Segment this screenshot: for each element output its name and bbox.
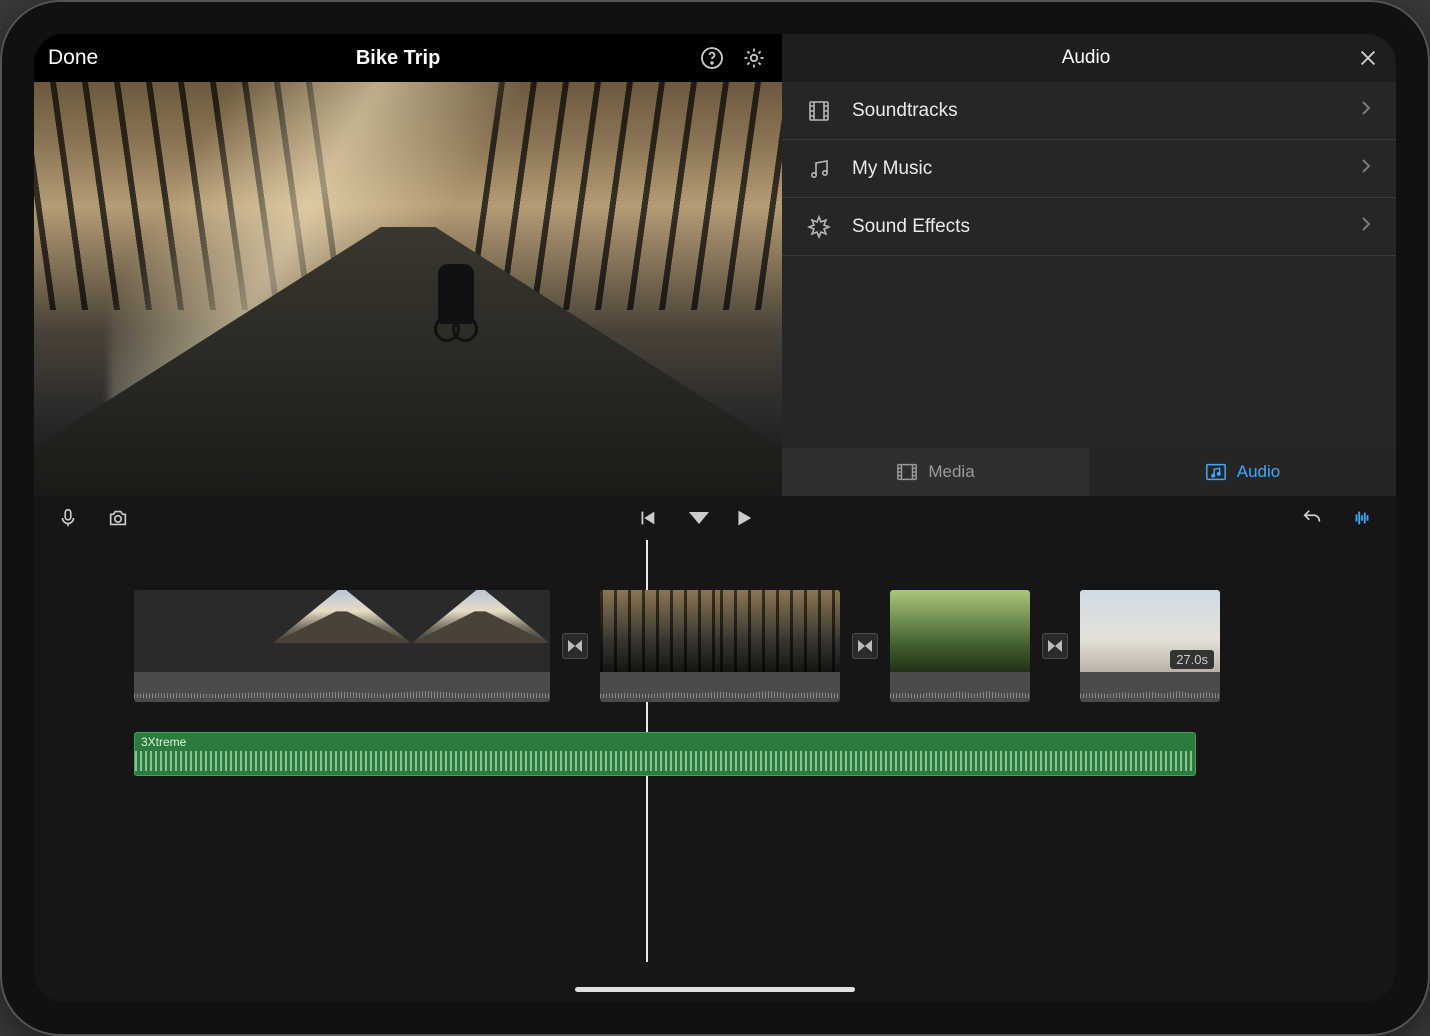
clip-audio-waveform [134, 672, 550, 702]
home-indicator[interactable] [575, 987, 855, 992]
media-reel-icon [896, 462, 918, 482]
audio-browser-panel: Audio Soundtracks [782, 34, 1396, 496]
video-clip[interactable] [134, 590, 550, 702]
timeline[interactable]: 27.0s 3Xtreme [34, 540, 1396, 1002]
transition-icon[interactable] [852, 633, 878, 659]
audio-category-list: Soundtracks My Music S [782, 82, 1396, 448]
tab-media[interactable]: Media [782, 448, 1089, 496]
audio-row-label: Soundtracks [852, 100, 1340, 122]
help-icon[interactable] [698, 44, 726, 72]
audio-note-icon [1205, 462, 1227, 482]
preview-header: Done Bike Trip [34, 34, 782, 82]
play-icon[interactable] [729, 504, 757, 532]
chevron-right-icon [1360, 216, 1372, 238]
clip-audio-waveform [600, 672, 840, 702]
camera-icon[interactable] [104, 504, 132, 532]
clip-audio-waveform [1080, 672, 1220, 702]
audio-panel-title: Audio [818, 47, 1354, 69]
video-clip[interactable] [600, 590, 840, 702]
browser-tabs: Media Audio [782, 448, 1396, 496]
clip-duration-badge: 27.0s [1170, 650, 1214, 669]
audio-panel-header: Audio [782, 34, 1396, 82]
preview-pane: Done Bike Trip [34, 34, 782, 496]
audio-row-my-music[interactable]: My Music [782, 140, 1396, 198]
settings-gear-icon[interactable] [740, 44, 768, 72]
burst-icon [806, 214, 832, 240]
film-strip-icon [806, 98, 832, 124]
audio-row-label: Sound Effects [852, 216, 1340, 238]
transition-icon[interactable] [562, 633, 588, 659]
tab-audio[interactable]: Audio [1089, 448, 1396, 496]
skip-back-icon[interactable] [633, 504, 661, 532]
undo-icon[interactable] [1298, 504, 1326, 532]
chevron-right-icon [1360, 158, 1372, 180]
preview-video[interactable] [34, 82, 782, 496]
done-button[interactable]: Done [48, 46, 98, 70]
audio-clip[interactable]: 3Xtreme [134, 732, 1196, 776]
audio-clip-label: 3Xtreme [141, 735, 186, 749]
playhead-marker-icon [689, 512, 709, 524]
audio-row-label: My Music [852, 158, 1340, 180]
tab-audio-label: Audio [1237, 462, 1280, 482]
audio-row-sound-effects[interactable]: Sound Effects [782, 198, 1396, 256]
video-clip[interactable] [890, 590, 1030, 702]
project-title: Bike Trip [112, 47, 684, 70]
audio-row-soundtracks[interactable]: Soundtracks [782, 82, 1396, 140]
video-track: 27.0s [34, 590, 1396, 702]
tab-media-label: Media [928, 462, 974, 482]
timeline-toolbar [34, 496, 1396, 540]
waveform-icon[interactable] [1348, 504, 1376, 532]
transition-icon[interactable] [1042, 633, 1068, 659]
video-clip[interactable]: 27.0s [1080, 590, 1220, 702]
music-note-icon [806, 156, 832, 182]
microphone-icon[interactable] [54, 504, 82, 532]
chevron-right-icon [1360, 100, 1372, 122]
close-icon[interactable] [1354, 44, 1382, 72]
clip-audio-waveform [890, 672, 1030, 702]
